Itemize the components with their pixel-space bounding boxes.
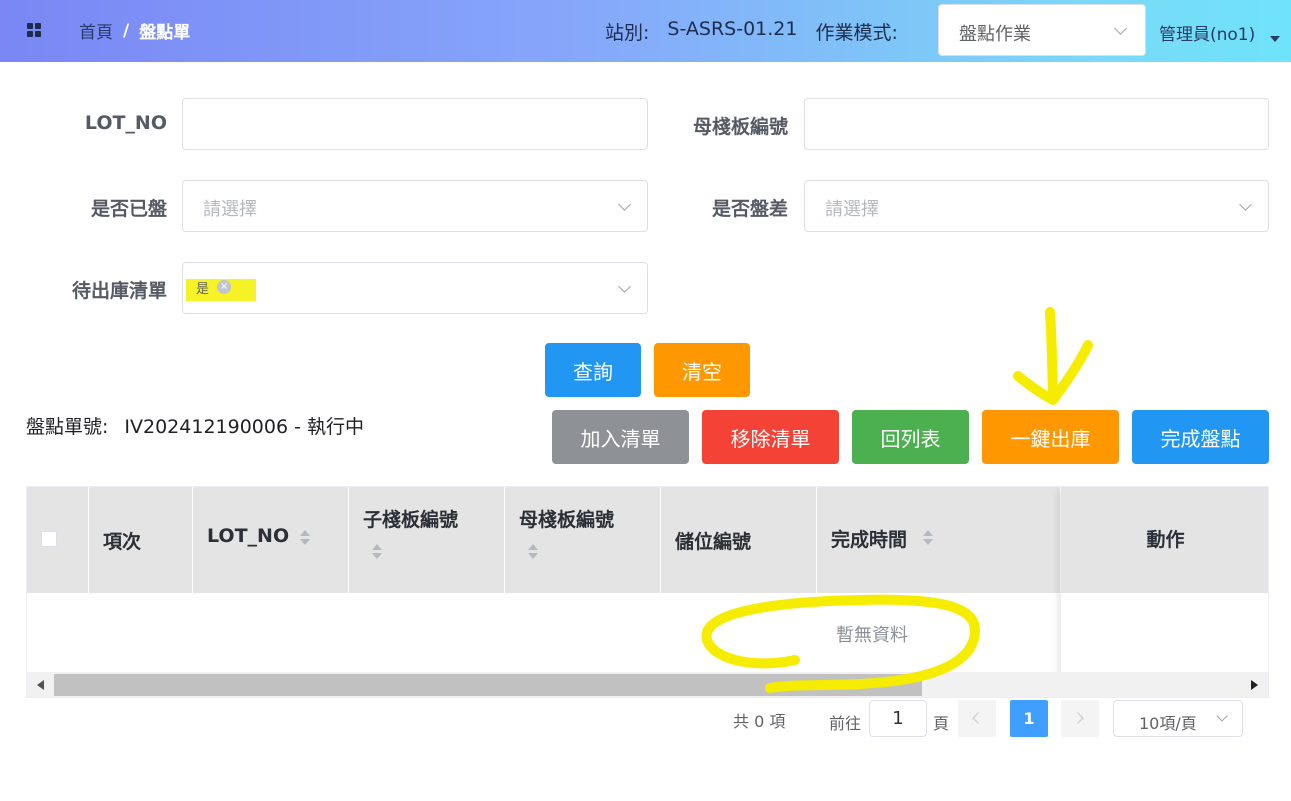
pagination-current-page[interactable]: 1 xyxy=(1010,700,1048,737)
column-lot-no[interactable]: LOT_NO xyxy=(193,487,349,593)
chevron-down-icon xyxy=(1114,22,1127,35)
column-location-label: 儲位編號 xyxy=(675,531,752,553)
column-mother-board[interactable]: 母棧板編號 xyxy=(505,487,661,593)
chevron-down-icon xyxy=(618,280,631,293)
work-mode-value: 盤點作業 xyxy=(959,24,1031,45)
chevron-down-icon xyxy=(1216,710,1228,722)
chevron-down-icon xyxy=(618,198,631,211)
query-button[interactable]: 查詢 xyxy=(545,343,641,397)
counted-placeholder: 請選擇 xyxy=(203,199,257,220)
pagination-next-button[interactable] xyxy=(1061,700,1099,737)
complete-inventory-button[interactable]: 完成盤點 xyxy=(1132,410,1269,464)
remove-list-button[interactable]: 移除清單 xyxy=(702,410,839,464)
scrollbar-thumb[interactable] xyxy=(54,674,922,696)
chevron-down-icon xyxy=(1239,198,1252,211)
counted-select[interactable]: 請選擇 xyxy=(182,180,648,232)
chevron-left-icon xyxy=(972,712,984,724)
mode-label: 作業模式: xyxy=(815,22,898,44)
arrow-shaft xyxy=(1045,307,1058,397)
diff-select[interactable]: 請選擇 xyxy=(804,180,1269,232)
pagination-total: 共 0 項 xyxy=(733,712,786,731)
pagination-goto-label: 前往 xyxy=(829,714,862,733)
page-size-select[interactable]: 10項/頁 xyxy=(1113,700,1243,737)
user-menu[interactable]: 管理員(no1) xyxy=(1159,20,1255,45)
empty-text: 暫無資料 xyxy=(836,625,908,646)
column-index: 項次 xyxy=(89,487,193,593)
pending-list-label: 待出庫清單 xyxy=(71,280,167,302)
breadcrumb: 首頁 / 盤點單 xyxy=(79,18,191,44)
column-complete-time-label: 完成時間 xyxy=(831,529,908,551)
fixed-action-column: 動作 xyxy=(1061,487,1268,697)
station-value: S-ASRS-01.21 xyxy=(667,18,798,40)
column-mother-board-label: 母棧板編號 xyxy=(519,509,615,531)
column-child-board-label: 子棧板編號 xyxy=(363,509,459,531)
breadcrumb-current: 盤點單 xyxy=(139,23,191,43)
sort-icon[interactable] xyxy=(372,544,382,560)
order-value: IV202412190006 - 執行中 xyxy=(124,416,365,438)
sort-icon[interactable] xyxy=(528,544,538,560)
column-child-board[interactable]: 子棧板編號 xyxy=(349,487,505,593)
clear-button[interactable]: 清空 xyxy=(654,343,750,397)
column-complete-time[interactable]: 完成時間 xyxy=(817,487,1061,593)
diff-placeholder: 請選擇 xyxy=(825,199,879,220)
counted-label: 是否已盤 xyxy=(90,198,167,220)
order-info: 盤點單號: IV202412190006 - 執行中 xyxy=(26,412,364,439)
top-header: 首頁 / 盤點單 站別: S-ASRS-01.21 作業模式: 盤點作業 管理員… xyxy=(0,0,1291,62)
select-all-checkbox[interactable] xyxy=(41,531,57,547)
scroll-right-icon[interactable] xyxy=(1251,680,1258,690)
add-list-button[interactable]: 加入清單 xyxy=(552,410,689,464)
horizontal-scrollbar[interactable] xyxy=(27,672,1268,697)
order-label: 盤點單號: xyxy=(26,416,109,438)
work-mode-select[interactable]: 盤點作業 xyxy=(938,4,1146,56)
column-action-label: 動作 xyxy=(1061,487,1268,593)
sort-icon[interactable] xyxy=(300,530,310,546)
pending-tag-text: 是 xyxy=(196,281,210,297)
arrow-head xyxy=(1013,340,1093,405)
select-all-column xyxy=(27,487,89,593)
breadcrumb-home[interactable]: 首頁 xyxy=(79,18,113,43)
column-location: 儲位編號 xyxy=(661,487,817,593)
one-click-out-button[interactable]: 一鍵出庫 xyxy=(982,410,1119,464)
lot-no-label: LOT_NO xyxy=(84,112,167,134)
caret-down-icon[interactable] xyxy=(1270,36,1280,42)
station-label: 站別: xyxy=(605,22,650,44)
lot-no-input[interactable] xyxy=(182,98,648,150)
diff-label: 是否盤差 xyxy=(711,198,788,220)
station-info: 站別: S-ASRS-01.21 作業模式: xyxy=(605,18,898,45)
pagination-goto-input[interactable]: 1 xyxy=(869,700,927,737)
inventory-table: 項次 LOT_NO 子棧板編號 母棧板編號 儲位編號 完成時間 動作 xyxy=(26,486,1269,698)
column-lot-no-label: LOT_NO xyxy=(207,525,290,547)
chevron-right-icon xyxy=(1072,712,1084,724)
pagination-prev-button[interactable] xyxy=(958,700,996,737)
column-index-label: 項次 xyxy=(103,531,142,553)
scroll-left-icon[interactable] xyxy=(37,680,44,690)
pagination-page-unit: 頁 xyxy=(933,714,950,733)
mother-board-label: 母棧板編號 xyxy=(692,116,788,138)
back-list-button[interactable]: 回列表 xyxy=(852,410,969,464)
mother-board-input[interactable] xyxy=(804,98,1269,150)
close-icon[interactable]: × xyxy=(217,280,232,294)
pending-tag: 是 × xyxy=(189,276,238,298)
page-size-value: 10項/頁 xyxy=(1139,714,1197,733)
sort-icon[interactable] xyxy=(923,530,933,546)
menu-grid-icon[interactable] xyxy=(27,23,41,37)
breadcrumb-separator: / xyxy=(123,20,130,41)
